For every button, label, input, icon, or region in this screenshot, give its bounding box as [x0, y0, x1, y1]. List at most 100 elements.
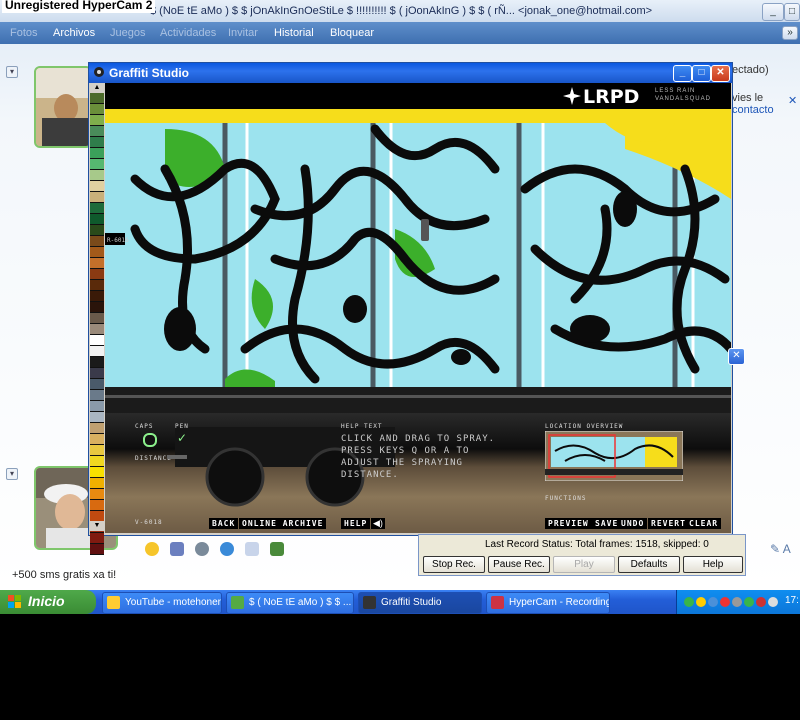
palette-swatch[interactable]: [90, 544, 104, 555]
palette-swatch[interactable]: [90, 423, 104, 434]
font-icon[interactable]: [245, 542, 260, 556]
palette-swatch[interactable]: [90, 236, 104, 247]
location-overview-map[interactable]: [545, 431, 683, 481]
palette-swatch[interactable]: [90, 126, 104, 137]
messenger-menubar: Fotos Archivos Juegos Actividades Invita…: [0, 22, 800, 44]
palette-swatch[interactable]: [90, 434, 104, 445]
collapse-contact-icon[interactable]: ▾: [6, 66, 18, 78]
undo-button[interactable]: UNDO: [618, 518, 648, 529]
maximize-button[interactable]: □: [784, 3, 800, 21]
browser-icon: [107, 596, 120, 609]
task-messenger[interactable]: $ ( NoE tE aMo ) $ $ ...: [226, 592, 354, 614]
menu-fotos[interactable]: Fotos: [10, 27, 38, 39]
revert-button[interactable]: REVERT: [648, 518, 689, 529]
palette-swatch[interactable]: [90, 247, 104, 258]
palette-swatches[interactable]: [90, 93, 104, 555]
close-notice-icon[interactable]: ✕: [788, 94, 797, 107]
hypercam-close-icon[interactable]: ✕: [728, 348, 745, 365]
messenger-icon: [231, 596, 244, 609]
palette-swatch[interactable]: [90, 192, 104, 203]
sound-icon[interactable]: ◀): [371, 518, 385, 529]
pause-rec-button[interactable]: Pause Rec.: [488, 556, 550, 573]
palette-swatch[interactable]: [90, 302, 104, 313]
palette-swatch[interactable]: [90, 148, 104, 159]
background-icon[interactable]: [270, 542, 285, 556]
preview-button[interactable]: PREVIEW: [545, 518, 592, 529]
palette-swatch[interactable]: [90, 214, 104, 225]
menu-archivos[interactable]: Archivos: [53, 27, 95, 39]
palette-swatch[interactable]: [90, 104, 104, 115]
edit-icon[interactable]: ✎ A: [770, 542, 800, 558]
palette-swatch[interactable]: [90, 390, 104, 401]
palette-swatch[interactable]: [90, 379, 104, 390]
palette-swatch[interactable]: [90, 335, 104, 346]
start-button[interactable]: Inicio: [0, 590, 96, 614]
task-graffiti[interactable]: Graffiti Studio: [358, 592, 482, 614]
pen-check-icon[interactable]: ✓: [177, 431, 187, 445]
palette-swatch[interactable]: [90, 412, 104, 423]
tray-icons[interactable]: [683, 596, 779, 608]
palette-scroll-up-icon[interactable]: ▲: [90, 83, 104, 93]
stop-rec-button[interactable]: Stop Rec.: [423, 556, 485, 573]
back-button[interactable]: BACK: [209, 518, 239, 529]
system-tray: 17:: [676, 590, 800, 614]
palette-swatch[interactable]: [90, 368, 104, 379]
task-hypercam[interactable]: HyperCam - Recording: [486, 592, 610, 614]
menu-juegos[interactable]: Juegos: [110, 27, 145, 39]
palette-swatch[interactable]: [90, 478, 104, 489]
play-button[interactable]: Play: [553, 556, 615, 573]
palette-swatch[interactable]: [90, 258, 104, 269]
voice-clip-icon[interactable]: [220, 542, 235, 556]
palette-swatch[interactable]: [90, 533, 104, 544]
palette-swatch[interactable]: [90, 280, 104, 291]
palette-swatch[interactable]: [90, 181, 104, 192]
wink-icon[interactable]: [170, 542, 185, 556]
palette-swatch[interactable]: [90, 500, 104, 511]
palette-swatch[interactable]: [90, 357, 104, 368]
distance-slider[interactable]: [167, 455, 187, 459]
menu-chevron-icon[interactable]: »: [782, 26, 798, 40]
palette-scroll-down-icon[interactable]: ▼: [90, 521, 104, 531]
palette-swatch[interactable]: [90, 115, 104, 126]
palette-swatch[interactable]: [90, 269, 104, 280]
train-painting-canvas[interactable]: R-6016: [105, 109, 731, 413]
task-youtube[interactable]: YouTube - motehoner...: [102, 592, 222, 614]
palette-swatch[interactable]: [90, 159, 104, 170]
palette-swatch[interactable]: [90, 324, 104, 335]
defaults-button[interactable]: Defaults: [618, 556, 680, 573]
collapse-self-icon[interactable]: ▾: [6, 468, 18, 480]
palette-swatch[interactable]: [90, 203, 104, 214]
minimize-button[interactable]: _: [762, 3, 784, 21]
cap-selector[interactable]: [143, 433, 157, 447]
palette-swatch[interactable]: [90, 313, 104, 324]
emoticon-icon[interactable]: [145, 542, 159, 556]
menu-historial[interactable]: Historial: [274, 27, 314, 39]
palette-swatch[interactable]: [90, 93, 104, 104]
nudge-icon[interactable]: [195, 542, 210, 556]
minimize-icon[interactable]: _: [673, 65, 692, 82]
palette-swatch[interactable]: [90, 137, 104, 148]
graffiti-title-bar[interactable]: Graffiti Studio _ □ ✕: [89, 63, 732, 83]
menu-invitar[interactable]: Invitar: [228, 27, 258, 39]
clear-button[interactable]: CLEAR: [686, 518, 722, 529]
sms-ad-link[interactable]: +500 sms gratis xa ti!: [12, 569, 116, 581]
palette-swatch[interactable]: [90, 445, 104, 456]
palette-swatch[interactable]: [90, 225, 104, 236]
palette-swatch[interactable]: [90, 291, 104, 302]
palette-swatch[interactable]: [90, 489, 104, 500]
palette-swatch[interactable]: [90, 346, 104, 357]
menu-bloquear[interactable]: Bloquear: [330, 27, 374, 39]
maximize-icon[interactable]: □: [692, 65, 711, 82]
save-button[interactable]: SAVE: [592, 518, 622, 529]
online-archive-button[interactable]: ONLINE ARCHIVE: [239, 518, 327, 529]
palette-swatch[interactable]: [90, 467, 104, 478]
menu-actividades[interactable]: Actividades: [160, 27, 216, 39]
star-logo-icon: [563, 87, 581, 105]
palette-swatch[interactable]: [90, 456, 104, 467]
close-icon[interactable]: ✕: [711, 65, 730, 82]
palette-swatch[interactable]: [90, 401, 104, 412]
help-button-hypercam[interactable]: Help: [683, 556, 743, 573]
contact-link[interactable]: contacto: [732, 104, 774, 116]
palette-swatch[interactable]: [90, 170, 104, 181]
help-button[interactable]: HELP: [341, 518, 371, 529]
